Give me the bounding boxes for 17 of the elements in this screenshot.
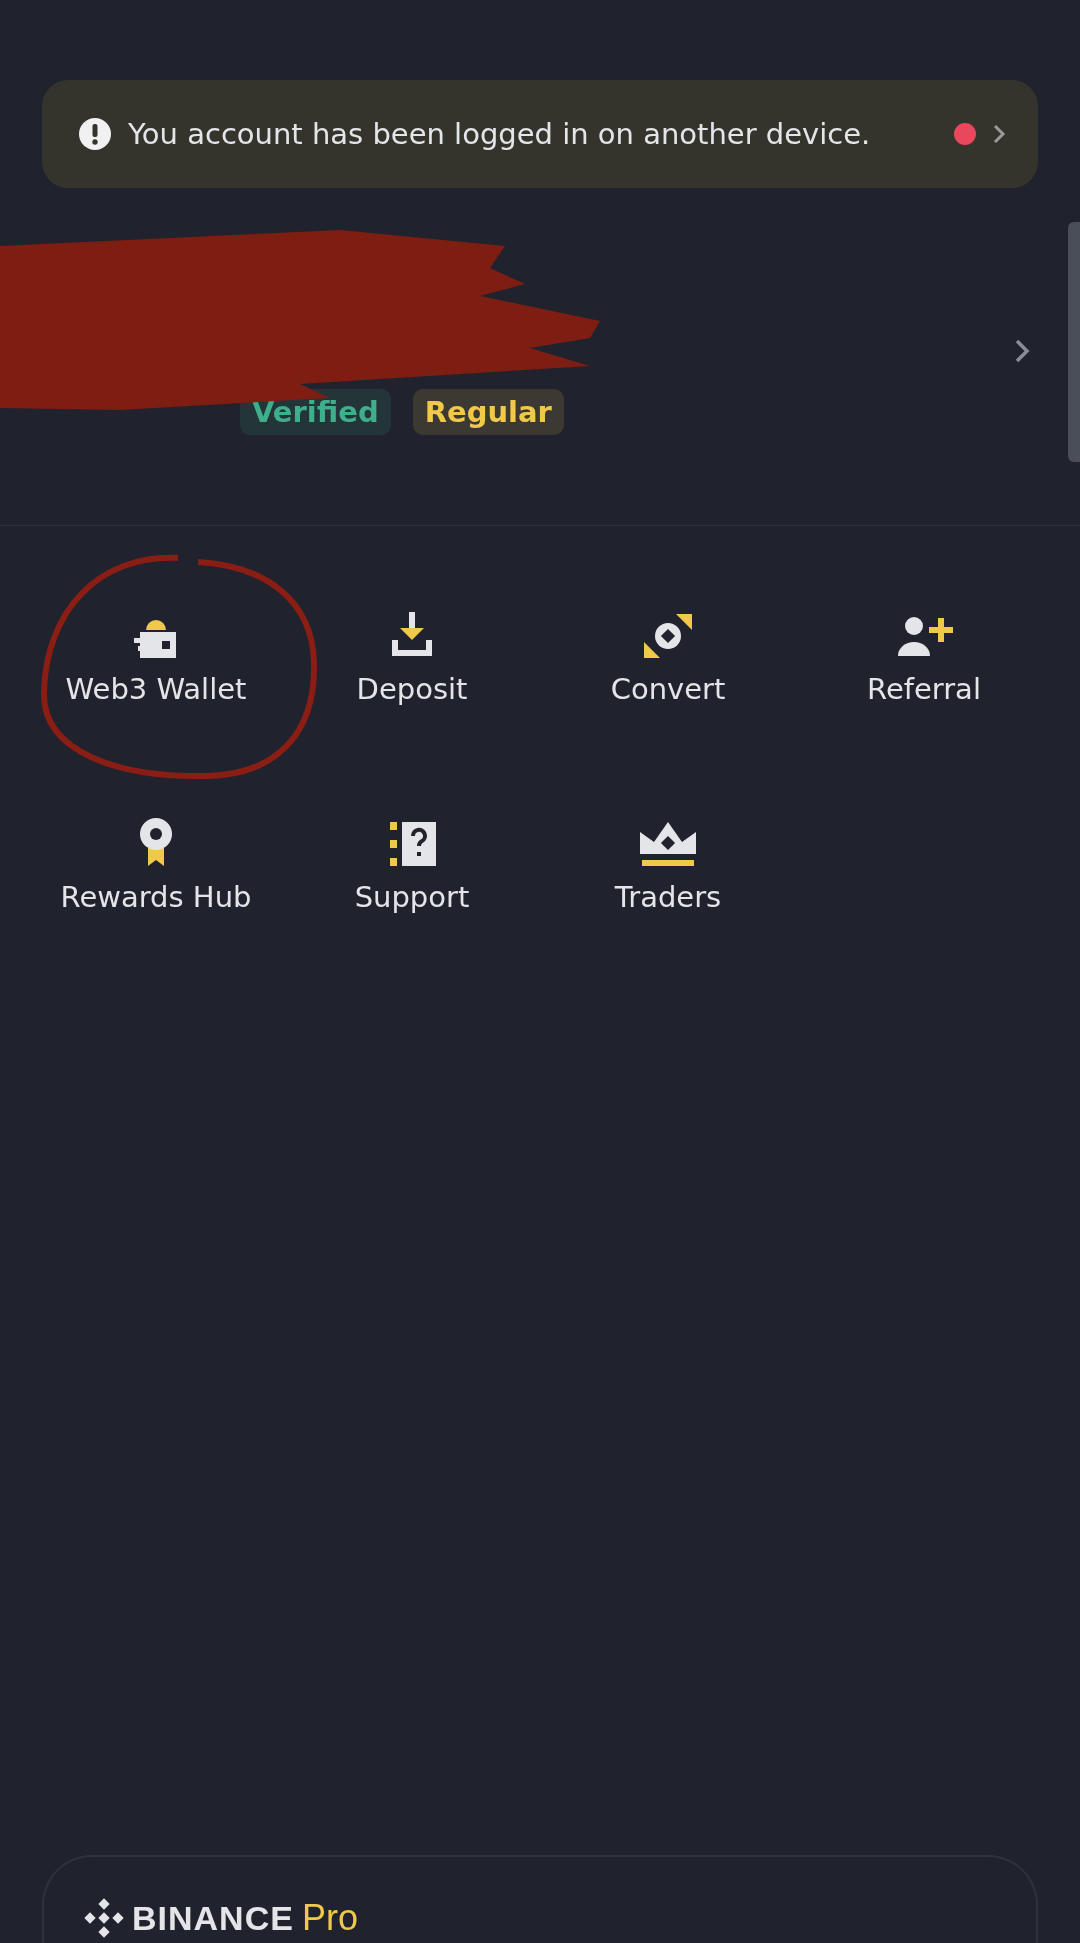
shortcut-button[interactable]: Referral — [796, 594, 1052, 714]
shortcut-button[interactable]: Web3 Wallet — [28, 594, 284, 714]
notification-text: You account has been logged in on another device. — [128, 117, 872, 151]
shortcut-button[interactable]: Convert — [540, 594, 796, 714]
brand-name: BINANCE — [132, 1898, 294, 1938]
notification-banner[interactable]: You account has been logged in on another device. — [42, 80, 1038, 188]
status-tag: Regular — [412, 389, 564, 435]
promo-card[interactable]: BINANCE Pro — [42, 1855, 1038, 1943]
product-name: Pro — [301, 1897, 358, 1939]
shortcut-button[interactable]: Deposit — [284, 594, 540, 714]
chevron-right-icon — [992, 123, 1006, 145]
alert-icon — [78, 117, 112, 151]
shortcut-button[interactable]: Support — [284, 802, 540, 922]
shortcut-button[interactable]: Rewards Hub — [28, 802, 284, 922]
shortcut-button[interactable]: Traders — [540, 802, 796, 922]
chevron-right-icon[interactable] — [1014, 338, 1030, 364]
diamond-logo-icon — [84, 1898, 124, 1938]
